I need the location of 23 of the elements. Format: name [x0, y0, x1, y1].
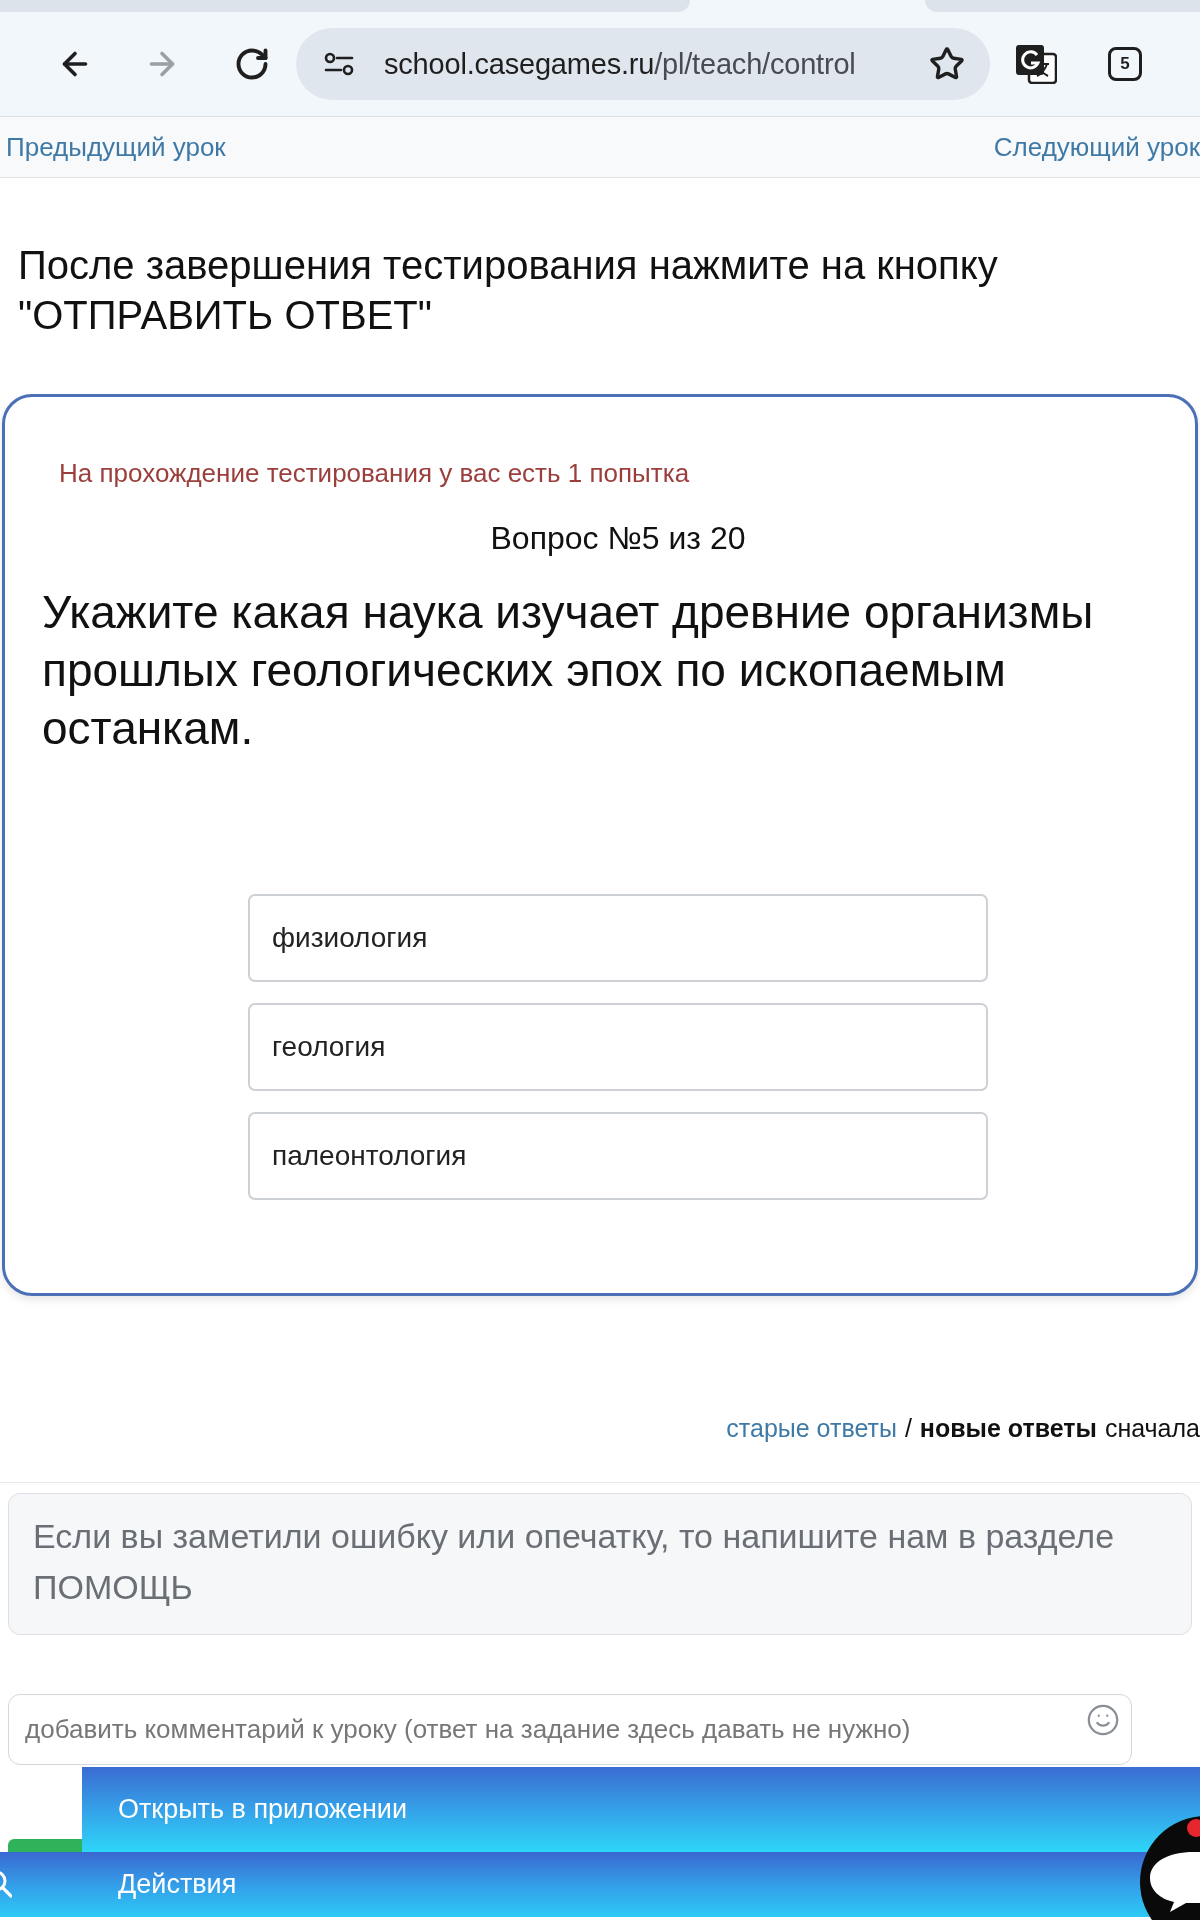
site-settings-icon[interactable]: [324, 52, 354, 76]
answer-option[interactable]: физиология: [248, 894, 988, 982]
sort-suffix-text: сначала: [1104, 1413, 1200, 1444]
translate-icon[interactable]: [1015, 44, 1057, 84]
answer-option[interactable]: геология: [248, 1003, 988, 1091]
question-number: Вопрос №5 из 20: [490, 519, 746, 558]
answer-option[interactable]: палеонтология: [248, 1112, 988, 1200]
help-notice: Если вы заметили ошибку или опечатку, то напишите нам в разделе ПОМОЩЬ: [8, 1493, 1192, 1635]
next-lesson-link[interactable]: Следующий урок: [993, 131, 1200, 163]
reload-icon[interactable]: [234, 46, 270, 82]
attempts-note: На прохождение тестирования у вас есть 1 попытка: [59, 457, 690, 489]
sort-option-link[interactable]: старые ответы: [726, 1412, 897, 1444]
instruction-text: После завершения тестирования нажмите на кнопку "ОТПРАВИТЬ ОТВЕТ": [18, 242, 999, 339]
separator-text: /: [904, 1413, 912, 1444]
emoji-icon[interactable]: [1086, 1703, 1120, 1737]
tab-count-button[interactable]: 5: [1108, 47, 1142, 81]
url-text[interactable]: school.casegames.ru/pl/teach/control: [384, 47, 929, 81]
bookmark-star-icon[interactable]: [929, 46, 965, 82]
question-text: Укажите какая наука изучает древние организмы прошлых геологических эпох по ископаемым останкам.: [42, 585, 1095, 756]
address-bar[interactable]: school.casegames.ru/pl/teach/control: [296, 28, 990, 100]
previous-lesson-link[interactable]: Предыдущий урок: [6, 131, 226, 163]
sort-option-link[interactable]: новые ответы: [919, 1412, 1097, 1444]
comment-field[interactable]: добавить комментарий к уроку (ответ на задание здесь давать не нужно): [8, 1694, 1132, 1765]
